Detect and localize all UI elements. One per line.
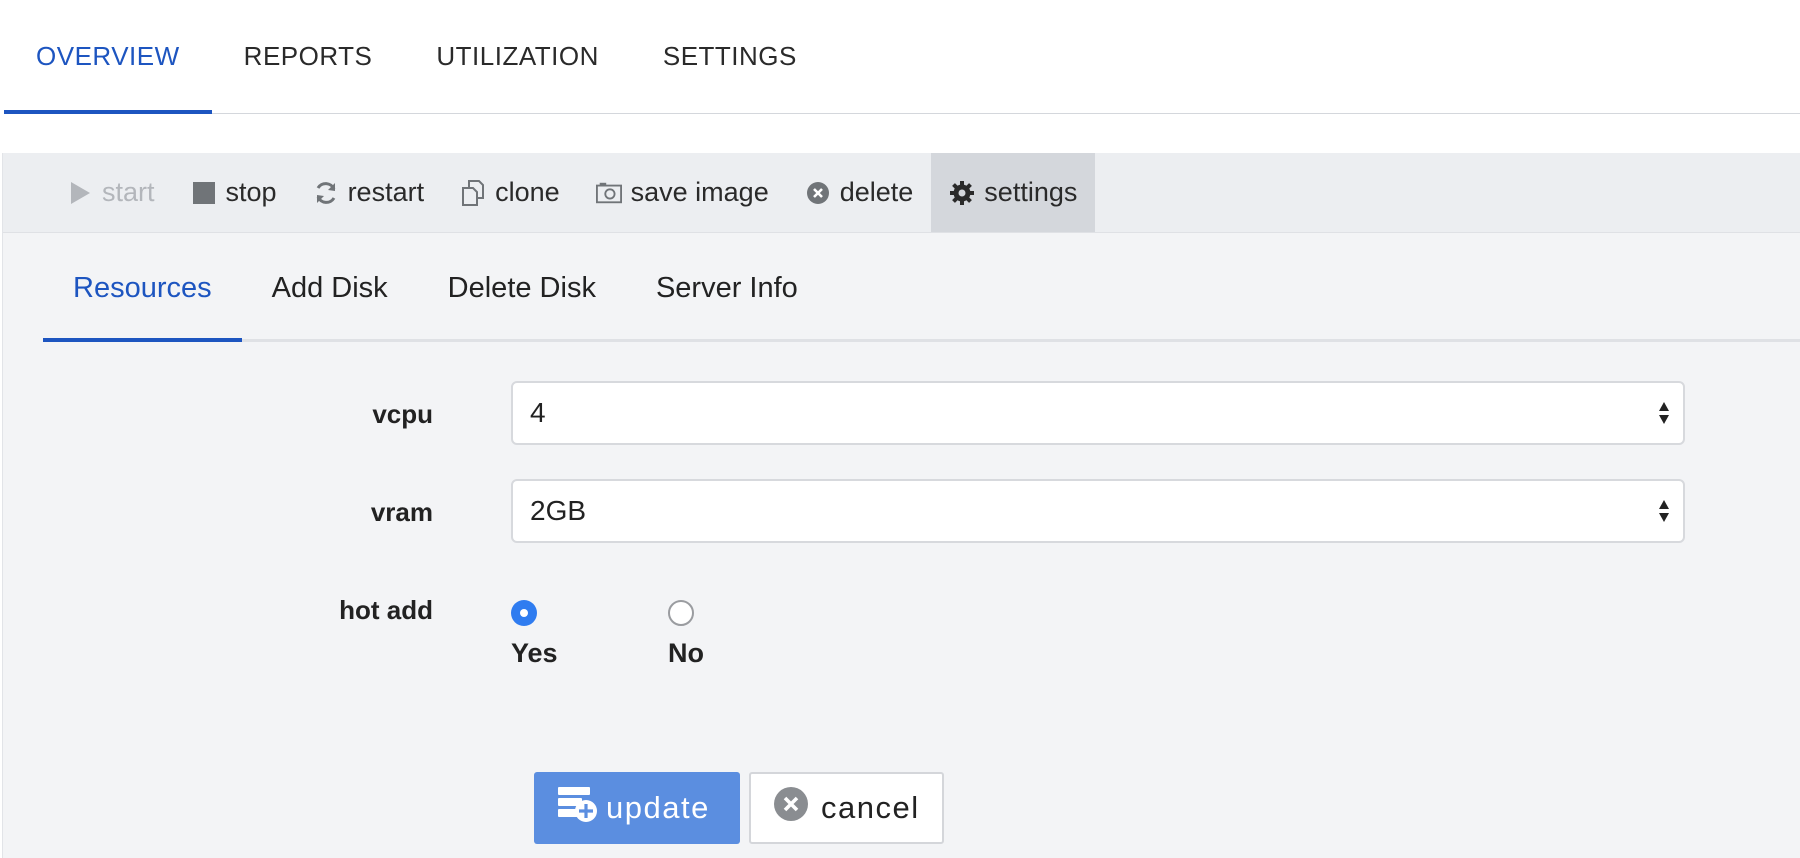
settings-button[interactable]: settings: [931, 153, 1096, 232]
cancel-label: cancel: [821, 790, 920, 825]
restart-button[interactable]: restart: [295, 153, 443, 232]
tab-delete-disk[interactable]: Delete Disk: [418, 237, 626, 339]
hot-add-no-radio[interactable]: [668, 600, 694, 626]
hot-add-no-option[interactable]: No: [668, 600, 704, 669]
vram-label: vram: [370, 497, 433, 527]
update-button[interactable]: update: [534, 772, 740, 844]
action-toolbar: start stop restart clone save image dele…: [3, 153, 1800, 233]
clone-button[interactable]: clone: [442, 153, 578, 232]
top-tab-bar: OVERVIEW REPORTS UTILIZATION SETTINGS: [4, 0, 1800, 114]
server-add-icon: [556, 784, 600, 832]
gear-icon: [949, 180, 975, 206]
save-image-label: save image: [630, 177, 769, 207]
copy-icon: [460, 179, 486, 206]
select-arrows-icon: [1659, 500, 1669, 522]
update-label: update: [606, 790, 710, 825]
hot-add-label: hot add: [339, 595, 433, 625]
start-label: start: [102, 177, 155, 207]
vcpu-label: vcpu: [372, 399, 433, 429]
settings-label: settings: [984, 177, 1078, 207]
delete-button[interactable]: delete: [787, 153, 932, 232]
tab-add-disk[interactable]: Add Disk: [242, 237, 418, 339]
close-circle-icon: [805, 180, 831, 206]
refresh-icon: [313, 180, 339, 206]
tab-utilization[interactable]: UTILIZATION: [404, 0, 630, 113]
hot-add-yes-option[interactable]: Yes: [511, 600, 558, 669]
delete-label: delete: [839, 177, 914, 207]
hot-add-no-label: No: [668, 638, 704, 668]
settings-subtabs: Resources Add Disk Delete Disk Server In…: [43, 237, 1800, 342]
vram-select[interactable]: 2GB: [511, 479, 1685, 543]
close-circle-icon: [773, 786, 809, 830]
tab-reports[interactable]: REPORTS: [212, 0, 405, 113]
tab-resources[interactable]: Resources: [43, 237, 242, 342]
tab-overview[interactable]: OVERVIEW: [4, 0, 212, 114]
start-button[interactable]: start: [49, 153, 173, 232]
camera-icon: [595, 180, 622, 206]
tab-settings[interactable]: SETTINGS: [631, 0, 829, 113]
save-image-button[interactable]: save image: [578, 153, 787, 232]
vram-value: 2GB: [530, 495, 587, 526]
stop-button[interactable]: stop: [173, 153, 295, 232]
vcpu-select[interactable]: 4: [511, 381, 1685, 445]
vcpu-value: 4: [530, 397, 546, 428]
tab-server-info[interactable]: Server Info: [626, 237, 828, 339]
stop-icon: [191, 180, 217, 206]
stop-label: stop: [225, 177, 277, 207]
restart-label: restart: [347, 177, 425, 207]
clone-label: clone: [495, 177, 560, 207]
play-icon: [67, 180, 93, 206]
cancel-button[interactable]: cancel: [749, 772, 944, 844]
hot-add-yes-radio[interactable]: [511, 600, 537, 626]
select-arrows-icon: [1659, 402, 1669, 424]
hot-add-yes-label: Yes: [511, 638, 558, 668]
